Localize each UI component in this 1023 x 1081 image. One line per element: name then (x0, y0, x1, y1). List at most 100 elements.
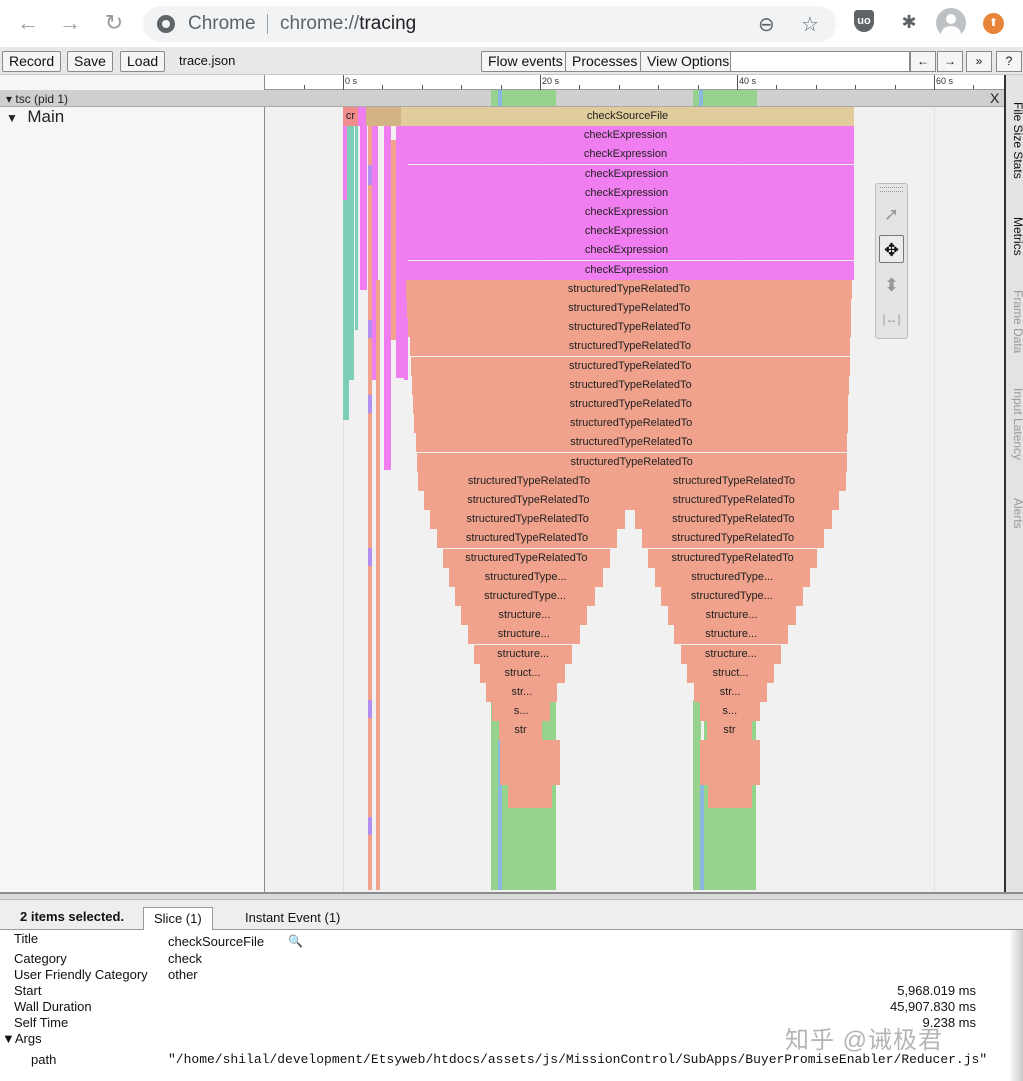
ruler-tick (579, 85, 581, 89)
process-activity-bar (703, 90, 757, 106)
slice-left-funnel: structuredTypeRelatedTo (442, 548, 610, 568)
ruler-tick-label: 0 s (345, 76, 358, 86)
process-row[interactable]: ▾ tsc (pid 1) X (0, 90, 1004, 107)
thin-slice (384, 126, 391, 470)
track-labels-pane (0, 75, 265, 892)
cursor-icon[interactable]: ➚ (879, 200, 904, 228)
slice-left-funnel: structuredTypeRelatedTo (430, 510, 625, 530)
analysis-panel: 2 items selected. Slice (1) Instant Even… (0, 900, 1023, 1081)
args-toggle[interactable]: ▼Args (2, 1031, 42, 1046)
timeline-view[interactable]: 0 s 20 s 40 s 60 s ▾ tsc (pid 1) X ▼ Main c… (0, 75, 1004, 892)
ruler-tick (303, 85, 305, 89)
ruler-tick (618, 85, 620, 89)
slice-right-funnel: s... (700, 702, 760, 722)
save-button[interactable]: Save (67, 51, 113, 72)
ruler-tick (894, 85, 896, 89)
slice-right-funnel: structuredTypeRelatedTo (622, 471, 846, 491)
ruler-major-tick (737, 75, 738, 90)
slice-right-funnel: structuredType... (654, 567, 810, 587)
more-button[interactable]: » (966, 51, 992, 72)
slice-structuredtyperelatedto: structuredTypeRelatedTo (409, 337, 851, 357)
slice-checkexpression: checkExpression (399, 241, 854, 261)
ruler-tick-label: 40 s (739, 76, 757, 86)
search-next-button[interactable]: → (937, 51, 963, 72)
reload-icon[interactable]: ↻ (101, 10, 127, 36)
zoom-out-icon[interactable]: ⊖ (758, 12, 775, 37)
slice-small (366, 107, 401, 126)
title-value: checkSourceFile (168, 934, 265, 949)
slice-checkexpression: checkExpression (399, 164, 854, 184)
category-value: check (168, 951, 202, 966)
ublock-shield-icon[interactable]: uo (854, 10, 874, 32)
user-friendly-category-value: other (168, 967, 198, 982)
start-value: 5,968.019 ms (897, 983, 976, 998)
thin-slice (368, 395, 372, 413)
puzzle-icon[interactable]: ✱ (897, 10, 921, 34)
side-tab-metrics[interactable]: Metrics (1006, 217, 1023, 256)
arrow-right-icon[interactable]: → (57, 10, 83, 36)
thread-label[interactable]: ▼ Main (6, 107, 64, 127)
browser-toolbar: ← → ↻ Chrome chrome://tracing ⊖ ☆ uo ✱ ⬆ (0, 0, 1023, 47)
time-ruler[interactable]: 0 s 20 s 40 s 60 s (265, 75, 1004, 90)
expand-triangle-icon[interactable]: ▼ (2, 1031, 15, 1046)
update-arrow-icon[interactable]: ⬆ (983, 13, 1004, 34)
ruler-tick (658, 85, 660, 89)
load-button[interactable]: Load (120, 51, 166, 72)
record-button[interactable]: Record (2, 51, 62, 72)
ruler-major-tick (540, 75, 541, 90)
grid-line (934, 107, 935, 892)
thin-slice (360, 107, 367, 290)
search-prev-button[interactable]: ← (910, 51, 936, 72)
thin-slice (368, 700, 372, 718)
slice-checkexpression: checkExpression (399, 203, 854, 222)
title-label: Title (14, 931, 39, 946)
process-label[interactable]: ▾ tsc (pid 1) (6, 92, 68, 106)
expand-triangle-icon[interactable]: ▾ (6, 92, 12, 106)
star-icon[interactable]: ☆ (801, 12, 819, 37)
slice-structuredtyperelatedto: structuredTypeRelatedTo (415, 433, 848, 453)
address-bar[interactable]: Chrome chrome://tracing ⊖ ☆ (143, 6, 836, 42)
url-text[interactable]: chrome://tracing (280, 13, 416, 35)
vertical-arrows-icon[interactable]: ⬍ (879, 271, 904, 299)
tab-slice[interactable]: Slice (1) (143, 907, 213, 930)
panel-resize-handle[interactable] (0, 892, 1023, 900)
view-options-button[interactable]: View Options (640, 51, 737, 72)
slice-structuredtyperelatedto: structuredTypeRelatedTo (406, 279, 852, 299)
slice-structuredtyperelatedto: structuredTypeRelatedTo (413, 395, 849, 414)
funnel-tip (708, 785, 752, 808)
site-label: Chrome (188, 13, 256, 34)
move-icon[interactable]: ✥ (879, 235, 904, 263)
wall-duration-value: 45,907.830 ms (889, 999, 976, 1014)
thin-slice (376, 280, 380, 890)
ruler-tick (855, 85, 857, 89)
tab-instant-event[interactable]: Instant Event (1) (235, 907, 350, 930)
avatar-icon[interactable] (936, 8, 966, 38)
help-button[interactable]: ? (996, 51, 1022, 72)
slice-left-funnel: structuredTypeRelatedTo (418, 471, 640, 491)
watermark: 知乎 @诫极君 (785, 1027, 944, 1054)
slice-structuredtyperelatedto: structuredTypeRelatedTo (414, 414, 848, 434)
palette-drag-handle[interactable] (880, 187, 903, 192)
horizontal-range-icon[interactable]: |↔| (879, 305, 904, 333)
side-tab-frame-data[interactable]: Frame Data (1006, 290, 1023, 353)
side-tab-input-latency[interactable]: Input Latency (1006, 388, 1023, 460)
side-tab-alerts[interactable]: Alerts (1006, 498, 1023, 529)
slice-checkexpression: checkExpression (399, 260, 854, 280)
side-tab-file-size-stats[interactable]: File Size Stats (1006, 102, 1023, 179)
close-process-button[interactable]: X (990, 90, 999, 106)
thread-name: Main (27, 107, 65, 126)
thin-slice (349, 126, 354, 380)
self-time-label: Self Time (14, 1015, 69, 1030)
slice-right-funnel: str (706, 721, 753, 741)
slice-left-funnel: structuredTypeRelatedTo (436, 529, 618, 549)
magnifier-icon[interactable]: 🔍 (288, 934, 303, 948)
slice-left-funnel: struct... (480, 663, 565, 683)
search-input[interactable] (730, 51, 910, 72)
ruler-tick (500, 85, 502, 89)
arrow-left-icon[interactable]: ← (15, 10, 41, 36)
expand-triangle-icon[interactable]: ▼ (6, 111, 18, 125)
processes-button[interactable]: Processes (565, 51, 645, 72)
flow-events-button[interactable]: Flow events (481, 51, 570, 72)
ruler-tick (776, 85, 778, 89)
slice-right-funnel: struct... (687, 663, 774, 683)
